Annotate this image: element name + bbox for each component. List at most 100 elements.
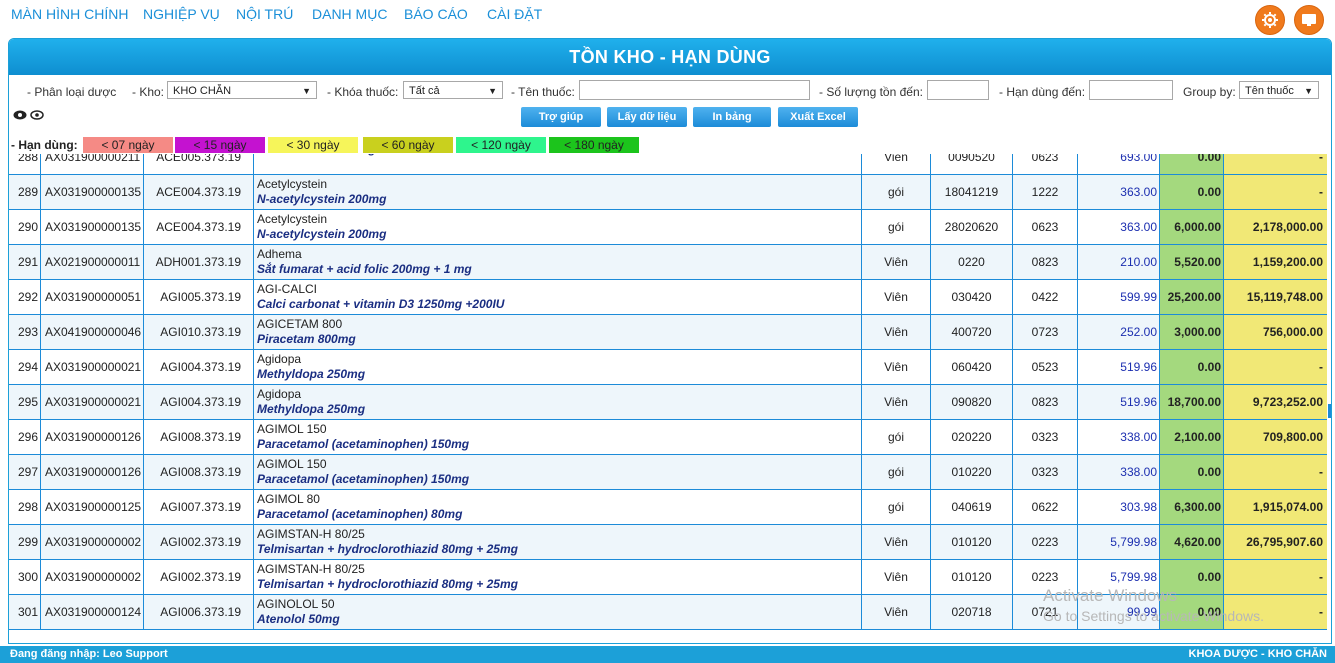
unit-cell: Viên bbox=[862, 315, 931, 349]
screen-icon[interactable] bbox=[1294, 5, 1324, 35]
unit-price-cell: 303.98 bbox=[1078, 490, 1160, 524]
quantity-cell: 0.00 bbox=[1160, 350, 1224, 384]
batch-number-cell: 030420 bbox=[931, 280, 1013, 314]
stock-quantity-input[interactable] bbox=[927, 80, 989, 100]
batch-number-cell: 400720 bbox=[931, 315, 1013, 349]
drug-name-cell: AGIMSTAN-H 80/25 Telmisartan + hydrocloro… bbox=[254, 560, 862, 594]
table-row[interactable]: 298 AX031900000125 AGI007.373.19 gói 040619 0… bbox=[9, 490, 1327, 525]
expiry-date-cell: 0223 bbox=[1013, 525, 1078, 559]
expiry-input[interactable] bbox=[1089, 80, 1173, 100]
table-row[interactable]: 292 AX031900000051 AGI005.373.19 Viên 030420… bbox=[9, 280, 1327, 315]
quantity-cell: 3,000.00 bbox=[1160, 315, 1224, 349]
active-ingredient: Methyldopa 250mg bbox=[257, 402, 366, 416]
nav-operations[interactable]: NGHIỆP VỤ bbox=[143, 6, 220, 22]
table-row[interactable]: 290 AX031900000135 ACE004.373.19 gói 2802062… bbox=[9, 210, 1327, 245]
watermark-subtitle: Go to Settings to activate Windows. bbox=[1043, 608, 1264, 624]
department-warehouse: KHOA DƯỢC - KHO CHẴN bbox=[1188, 648, 1327, 660]
quantity-cell: 0.00 bbox=[1160, 154, 1224, 174]
unit-cell: Viên bbox=[862, 154, 931, 174]
drug-name-input[interactable] bbox=[579, 80, 810, 100]
expiry-date-cell: 0622 bbox=[1013, 490, 1078, 524]
scrollbar-thumb[interactable] bbox=[1328, 404, 1331, 418]
chevron-down-icon: ▼ bbox=[488, 86, 497, 96]
nav-reports[interactable]: BÁO CÁO bbox=[404, 6, 468, 22]
expiry-date-cell: 0323 bbox=[1013, 455, 1078, 489]
table-row[interactable]: 291 AX021900000011 ADH001.373.19 Viên 0220 08… bbox=[9, 245, 1327, 280]
total-amount-cell: 1,159,200.00 bbox=[1224, 245, 1327, 279]
fetch-data-button[interactable]: Lấy dữ liệu bbox=[607, 107, 687, 127]
total-amount-cell: - bbox=[1224, 455, 1327, 489]
row-index-cell: 291 bbox=[9, 245, 41, 279]
table-row[interactable]: 288 AX031900000211 ACE005.373.19 Viên 009052… bbox=[9, 154, 1327, 175]
quantity-cell: 0.00 bbox=[1160, 455, 1224, 489]
expiry-date-cell: 0823 bbox=[1013, 245, 1078, 279]
table-row[interactable]: 296 AX031900000126 AGI008.373.19 gói 020220 0… bbox=[9, 420, 1327, 455]
total-amount-cell: - bbox=[1224, 175, 1327, 209]
row-index-cell: 293 bbox=[9, 315, 41, 349]
export-excel-button[interactable]: Xuất Excel bbox=[778, 107, 858, 127]
drug-name-cell: AGIMOL 80 Paracetamol (acetaminophen) 80m… bbox=[254, 490, 862, 524]
expiry-date-cell: 0422 bbox=[1013, 280, 1078, 314]
group-by-select[interactable]: Tên thuốc ▼ bbox=[1239, 81, 1319, 99]
item-code-cell: AX031900000002 bbox=[41, 560, 144, 594]
active-ingredient: Sắt fumarat + acid folic 200mg + 1 mg bbox=[257, 262, 472, 276]
page-title: TỒN KHO - HẠN DÙNG bbox=[9, 39, 1331, 75]
nav-catalog[interactable]: DANH MỤC bbox=[312, 6, 387, 22]
unit-price-cell: 338.00 bbox=[1078, 420, 1160, 454]
expiry-label: - Hạn dùng đến: bbox=[999, 85, 1086, 99]
item-code-cell: AX031900000021 bbox=[41, 350, 144, 384]
nav-settings[interactable]: CÀI ĐẶT bbox=[487, 6, 542, 22]
chevron-down-icon: ▼ bbox=[1304, 86, 1313, 96]
drug-name-cell: AGICETAM 800 Piracetam 800mg bbox=[254, 315, 862, 349]
table-row[interactable]: 289 AX031900000135 ACE004.373.19 gói 1804121… bbox=[9, 175, 1327, 210]
row-index-cell: 288 bbox=[9, 154, 41, 174]
total-amount-cell: 26,795,907.60 bbox=[1224, 525, 1327, 559]
help-button[interactable]: Trợ giúp bbox=[521, 107, 601, 127]
eye-outline-icon[interactable] bbox=[30, 109, 45, 123]
drug-lock-select-value: Tất cả bbox=[409, 85, 440, 97]
unit-cell: gói bbox=[862, 420, 931, 454]
warehouse-select[interactable]: KHO CHẴN ▼ bbox=[167, 81, 317, 99]
expiry-date-cell: 1222 bbox=[1013, 175, 1078, 209]
visibility-toggles bbox=[13, 109, 45, 123]
batch-number-cell: 020220 bbox=[931, 420, 1013, 454]
goods-code-cell: AGI005.373.19 bbox=[144, 280, 254, 314]
item-code-cell: AX031900000021 bbox=[41, 385, 144, 419]
item-code-cell: AX031900000126 bbox=[41, 420, 144, 454]
total-amount-cell: - bbox=[1224, 350, 1327, 384]
drug-trade-name: Acetylcystein bbox=[257, 212, 328, 226]
nav-main-screen[interactable]: MÀN HÌNH CHÍNH bbox=[11, 6, 128, 22]
unit-cell: Viên bbox=[862, 350, 931, 384]
eye-icon[interactable] bbox=[13, 109, 30, 123]
print-table-button[interactable]: In bảng bbox=[693, 107, 771, 127]
active-ingredient: Paracetamol (acetaminophen) 150mg bbox=[257, 437, 470, 451]
table-row[interactable]: 294 AX031900000021 AGI004.373.19 Viên 060420… bbox=[9, 350, 1327, 385]
goods-code-cell: AGI008.373.19 bbox=[144, 420, 254, 454]
unit-cell: gói bbox=[862, 455, 931, 489]
drug-name-cell: AGIMOL 150 Paracetamol (acetaminophen) 15… bbox=[254, 420, 862, 454]
batch-number-cell: 0090520 bbox=[931, 154, 1013, 174]
table-row[interactable]: 293 AX041900000046 AGI010.373.19 Viên 400720… bbox=[9, 315, 1327, 350]
table-row[interactable]: 297 AX031900000126 AGI008.373.19 gói 010220 0… bbox=[9, 455, 1327, 490]
status-bar: Đang đăng nhập: Leo Support KHOA DƯỢC - … bbox=[0, 646, 1335, 663]
drug-lock-select[interactable]: Tất cả ▼ bbox=[403, 81, 503, 99]
expiry-date-cell: 0623 bbox=[1013, 210, 1078, 244]
expiry-date-cell: 0523 bbox=[1013, 350, 1078, 384]
table-row[interactable]: 299 AX031900000002 AGI002.373.19 Viên 010120… bbox=[9, 525, 1327, 560]
unit-price-cell: 252.00 bbox=[1078, 315, 1160, 349]
drug-trade-name: Agidopa bbox=[257, 387, 302, 401]
item-code-cell: AX031900000002 bbox=[41, 525, 144, 559]
goods-code-cell: AGI008.373.19 bbox=[144, 455, 254, 489]
item-code-cell: AX041900000046 bbox=[41, 315, 144, 349]
table-row[interactable]: 295 AX031900000021 AGI004.373.19 Viên 090820… bbox=[9, 385, 1327, 420]
batch-number-cell: 010220 bbox=[931, 455, 1013, 489]
item-code-cell: AX031900000051 bbox=[41, 280, 144, 314]
expiry-legend: - Hạn dùng: < 07 ngày < 15 ngày < 30 ngà… bbox=[9, 136, 1331, 154]
item-code-cell: AX031900000135 bbox=[41, 175, 144, 209]
nav-inpatient[interactable]: NỘI TRÚ bbox=[236, 6, 293, 22]
total-amount-cell: 1,915,074.00 bbox=[1224, 490, 1327, 524]
unit-cell: Viên bbox=[862, 280, 931, 314]
drug-trade-name: AGIMOL 80 bbox=[257, 492, 320, 506]
warehouse-label: - Kho: bbox=[132, 85, 165, 99]
gear-icon[interactable] bbox=[1255, 5, 1285, 35]
